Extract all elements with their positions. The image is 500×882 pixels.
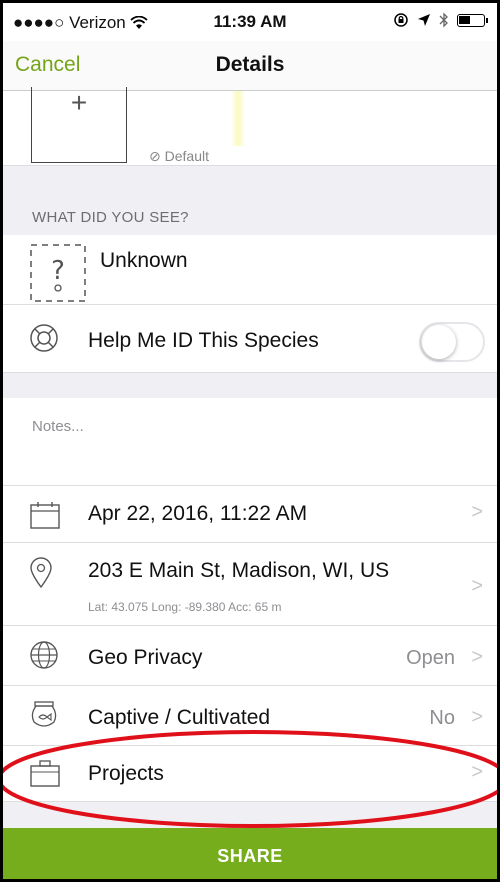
bluetooth-icon [439,12,448,28]
calendar-icon [30,502,60,529]
phone-screen: ●●●●○ Verizon 11:39 AM Cancel Details + … [0,0,500,882]
species-row[interactable]: ? Unknown [3,235,497,305]
photo-strip: + ⊘ Default [3,87,497,166]
section-spacer [3,373,497,398]
chevron-right-icon: > [471,575,483,597]
briefcase-icon [30,760,60,787]
bottom-spacer [3,802,497,828]
location-coordinates: Lat: 43.075 Long: -89.380 Acc: 65 m [88,600,282,614]
section-title: WHAT DID YOU SEE? [32,209,189,226]
chevron-right-icon: > [471,761,483,783]
captive-label: Captive / Cultivated [88,706,271,729]
unknown-species-icon: ? [30,244,86,302]
plus-icon: + [70,87,88,118]
nav-bar: Cancel Details [3,41,497,91]
captive-value: No [429,707,455,729]
help-me-id-label: Help Me ID This Species [88,329,319,352]
date-row[interactable]: Apr 22, 2016, 11:22 AM > [3,486,497,543]
chevron-right-icon: > [471,646,483,668]
notes-field[interactable]: Notes... [3,398,497,486]
projects-label: Projects [88,762,164,785]
status-icons [393,12,488,28]
help-me-id-toggle[interactable] [419,322,485,362]
toggle-knob [422,325,456,359]
location-row[interactable]: 203 E Main St, Madison, WI, US Lat: 43.0… [3,543,497,626]
location-pin-icon [30,557,52,589]
location-address: 203 E Main St, Madison, WI, US [88,559,390,582]
section-header: WHAT DID YOU SEE? [3,166,497,235]
photo-thumbnail[interactable] [231,91,245,146]
fishbowl-icon [31,701,57,727]
species-name: Unknown [100,249,188,272]
notes-placeholder: Notes... [32,418,84,435]
life-ring-icon [30,324,58,352]
chevron-right-icon: > [471,501,483,523]
chevron-right-icon: > [471,706,483,728]
globe-icon [30,641,58,669]
status-bar: ●●●●○ Verizon 11:39 AM [3,3,497,41]
location-arrow-icon [418,14,430,26]
help-me-id-row[interactable]: Help Me ID This Species [3,305,497,373]
rotation-lock-icon [394,13,408,27]
projects-row[interactable]: Projects > [3,746,497,802]
captive-row[interactable]: Captive / Cultivated No > [3,686,497,746]
battery-icon [457,13,488,27]
observation-date: Apr 22, 2016, 11:22 AM [88,502,308,525]
page-title: Details [215,53,285,76]
svg-text:?: ? [51,256,65,286]
share-button[interactable]: SHARE [3,828,497,879]
geo-privacy-row[interactable]: Geo Privacy Open > [3,626,497,686]
geo-privacy-value: Open [406,647,455,669]
add-photo-button[interactable]: + [31,87,127,163]
default-photo-label: ⊘ Default [149,148,209,164]
geo-privacy-label: Geo Privacy [88,646,203,669]
